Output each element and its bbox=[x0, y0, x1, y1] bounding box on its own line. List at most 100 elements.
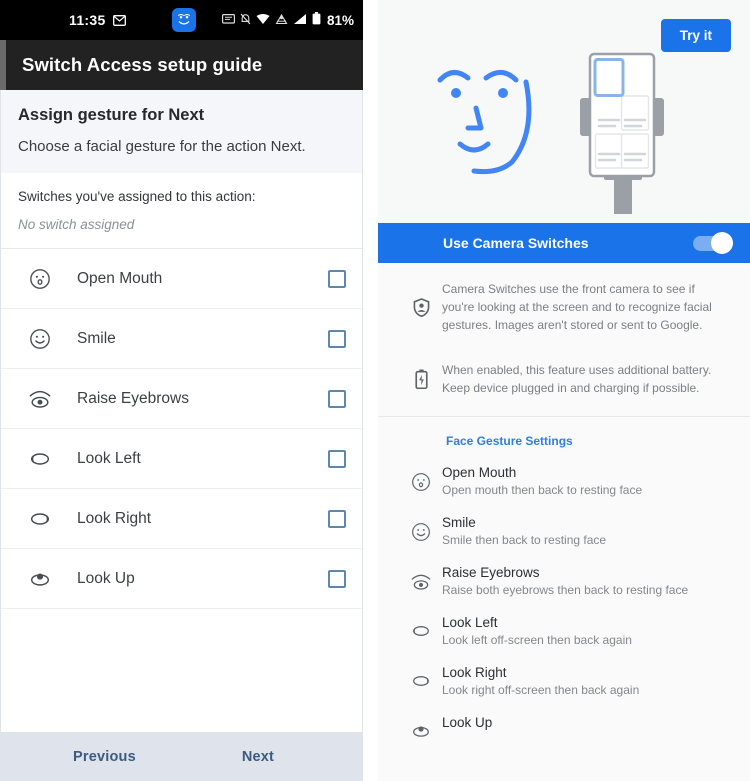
gesture-label: Look Left bbox=[77, 449, 141, 467]
try-it-button[interactable]: Try it bbox=[660, 19, 731, 52]
gesture-checkbox[interactable] bbox=[328, 509, 346, 528]
setting-texts: Smile Smile then back to resting face bbox=[442, 515, 728, 547]
open-mouth-icon bbox=[27, 268, 53, 290]
gesture-checkbox[interactable] bbox=[328, 329, 346, 348]
look-left-icon bbox=[400, 615, 442, 640]
battery-info-row: When enabled, this feature uses addition… bbox=[378, 348, 750, 410]
assigned-switches-section: Switches you've assigned to this action:… bbox=[1, 173, 362, 249]
privacy-shield-icon bbox=[400, 280, 442, 335]
setting-texts: Raise Eyebrows Raise both eyebrows then … bbox=[442, 565, 728, 597]
intro-body: Choose a facial gesture for the action N… bbox=[18, 138, 306, 155]
gesture-row-look-right[interactable]: Look Right bbox=[1, 489, 362, 549]
raise-eyebrows-icon bbox=[27, 388, 53, 410]
face-gesture-settings-heading: Face Gesture Settings bbox=[446, 434, 573, 449]
gesture-label: Raise Eyebrows bbox=[77, 389, 189, 407]
battery-charging-icon bbox=[400, 361, 442, 397]
bell-off-icon bbox=[240, 12, 251, 28]
setting-title: Look Left bbox=[442, 615, 498, 631]
message-icon bbox=[221, 12, 235, 28]
gesture-checkbox[interactable] bbox=[328, 449, 346, 468]
hero-illustration: Try it bbox=[378, 0, 750, 223]
setting-row-look-right[interactable]: Look Right Look right off-screen then ba… bbox=[378, 657, 750, 707]
status-bar: 11:35 81% bbox=[0, 0, 363, 40]
gesture-row-look-up[interactable]: Look Up bbox=[1, 549, 362, 609]
face-gesture-settings-list: Open Mouth Open mouth then back to resti… bbox=[378, 457, 750, 750]
setting-row-open-mouth[interactable]: Open Mouth Open mouth then back to resti… bbox=[378, 457, 750, 507]
signal-icon bbox=[293, 12, 307, 28]
envelope-icon bbox=[112, 14, 126, 26]
gesture-list: Open Mouth Smile Raise Eyebrows Look Lef… bbox=[1, 249, 362, 609]
setting-subtitle: Look right off-screen then back again bbox=[442, 683, 640, 698]
setting-title: Look Up bbox=[442, 715, 493, 731]
setting-row-raise-eyebrows[interactable]: Raise Eyebrows Raise both eyebrows then … bbox=[378, 557, 750, 607]
page-title: Switch Access setup guide bbox=[22, 54, 263, 75]
app-bar: Switch Access setup guide bbox=[0, 40, 363, 90]
gesture-label: Smile bbox=[77, 329, 116, 347]
gesture-checkbox[interactable] bbox=[328, 389, 346, 408]
open-mouth-icon bbox=[400, 465, 442, 492]
assigned-switches-value: No switch assigned bbox=[18, 217, 135, 232]
smile-icon bbox=[400, 515, 442, 542]
left-phone-screen: 11:35 81% Switch Access setup guide Assi… bbox=[0, 0, 363, 781]
face-badge-icon bbox=[172, 8, 196, 32]
info-block: Camera Switches use the front camera to … bbox=[378, 263, 750, 418]
status-time: 11:35 bbox=[69, 12, 106, 28]
setting-texts: Look Up bbox=[442, 715, 728, 733]
setting-title: Open Mouth bbox=[442, 465, 517, 481]
battery-icon bbox=[312, 12, 321, 28]
look-up-icon bbox=[400, 715, 442, 740]
setting-row-smile[interactable]: Smile Smile then back to resting face bbox=[378, 507, 750, 557]
setting-title: Raise Eyebrows bbox=[442, 565, 540, 581]
gesture-label: Look Right bbox=[77, 509, 152, 527]
content-filler bbox=[1, 609, 362, 732]
look-right-icon bbox=[27, 509, 53, 529]
setting-subtitle: Raise both eyebrows then back to resting… bbox=[442, 583, 689, 598]
privacy-info-row: Camera Switches use the front camera to … bbox=[378, 267, 750, 348]
setting-subtitle: Look left off-screen then back again bbox=[442, 633, 632, 648]
next-button[interactable]: Next bbox=[242, 749, 274, 765]
setting-title: Look Right bbox=[442, 665, 507, 681]
setting-title: Smile bbox=[442, 515, 476, 531]
gesture-row-look-left[interactable]: Look Left bbox=[1, 429, 362, 489]
setting-row-look-up[interactable]: Look Up bbox=[378, 707, 750, 750]
gesture-checkbox[interactable] bbox=[328, 269, 346, 288]
gesture-label: Open Mouth bbox=[77, 269, 163, 287]
wizard-nav-bar: Previous Next bbox=[0, 732, 363, 781]
status-icons: 81% bbox=[221, 12, 354, 28]
phone-on-mount-illustration-icon bbox=[562, 50, 682, 223]
gesture-row-smile[interactable]: Smile bbox=[1, 309, 362, 369]
left-content: Assign gesture for Next Choose a facial … bbox=[0, 90, 363, 732]
battery-percent: 81% bbox=[326, 12, 354, 28]
use-camera-switches-toggle[interactable] bbox=[693, 231, 733, 254]
dual-screenshot-container: 11:35 81% Switch Access setup guide Assi… bbox=[0, 0, 750, 781]
look-up-icon bbox=[27, 569, 53, 589]
gesture-label: Look Up bbox=[77, 569, 135, 587]
use-camera-switches-row[interactable]: Use Camera Switches bbox=[378, 223, 750, 263]
gesture-checkbox[interactable] bbox=[328, 569, 346, 588]
wifi-icon bbox=[256, 12, 270, 28]
setting-row-look-left[interactable]: Look Left Look left off-screen then back… bbox=[378, 607, 750, 657]
right-phone-screen: Try it Use Camera Switches Camera Switch… bbox=[378, 0, 750, 781]
vpn-icon bbox=[275, 12, 288, 28]
intro-heading: Assign gesture for Next bbox=[18, 106, 205, 124]
setting-texts: Open Mouth Open mouth then back to resti… bbox=[442, 465, 728, 497]
use-camera-switches-label: Use Camera Switches bbox=[443, 235, 589, 251]
previous-button[interactable]: Previous bbox=[73, 749, 136, 765]
smile-icon bbox=[27, 328, 53, 350]
raise-eyebrows-icon bbox=[400, 565, 442, 592]
assigned-switches-label: Switches you've assigned to this action: bbox=[18, 189, 256, 204]
face-illustration-icon bbox=[426, 52, 546, 185]
setting-texts: Look Right Look right off-screen then ba… bbox=[442, 665, 728, 697]
toggle-knob bbox=[711, 231, 733, 254]
battery-info-text: When enabled, this feature uses addition… bbox=[442, 362, 712, 395]
look-left-icon bbox=[27, 449, 53, 469]
gesture-row-open-mouth[interactable]: Open Mouth bbox=[1, 249, 362, 309]
setting-texts: Look Left Look left off-screen then back… bbox=[442, 615, 728, 647]
setting-subtitle: Open mouth then back to resting face bbox=[442, 483, 643, 498]
gesture-row-raise-eyebrows[interactable]: Raise Eyebrows bbox=[1, 369, 362, 429]
setting-subtitle: Smile then back to resting face bbox=[442, 533, 607, 548]
intro-section: Assign gesture for Next Choose a facial … bbox=[1, 90, 362, 173]
panel-divider bbox=[363, 0, 378, 781]
look-right-icon bbox=[400, 665, 442, 690]
privacy-info-text: Camera Switches use the front camera to … bbox=[442, 282, 712, 333]
